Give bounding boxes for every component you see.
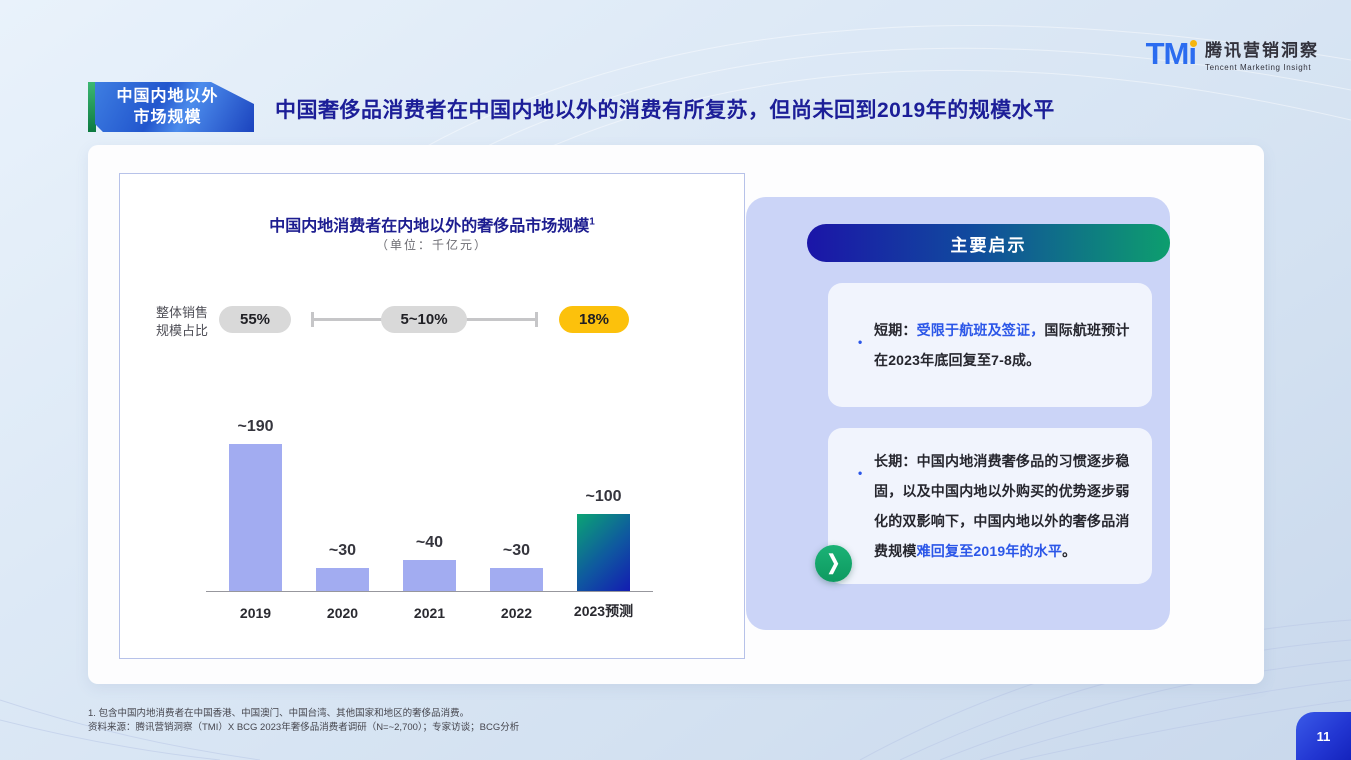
bar-value-label: ~40 — [416, 534, 443, 552]
bar-2021 — [403, 560, 456, 591]
slide: 中国内地以外 市场规模 中国奢侈品消费者在中国内地以外的消费有所复苏，但尚未回到… — [0, 0, 1351, 760]
insight-text-long-term: • 长期：中国内地消费奢侈品的习惯逐步稳固，以及中国内地以外购买的优势逐步弱化的… — [828, 446, 1152, 566]
bar-chart: ~1902019~302020~402021~302022~1002023预测 — [206, 342, 653, 592]
key-insights-header: 主要启示 — [807, 224, 1170, 262]
tmi-logo-text: 腾讯营销洞察 Tencent Marketing Insight — [1205, 36, 1319, 72]
insight-segment-highlight: 受限于航班及签证， — [917, 322, 1045, 338]
share-pill-2020-2022: 5~10% — [381, 306, 467, 333]
bar-slot-2020: ~302020 — [301, 542, 384, 591]
bar-2023预测 — [577, 514, 630, 591]
page-title: 中国奢侈品消费者在中国内地以外的消费有所复苏，但尚未回到2019年的规模水平 — [275, 94, 1275, 124]
share-pill-2019: 55% — [219, 306, 291, 333]
chart-title-footnote-marker: 1 — [589, 217, 595, 228]
chart-subtitle: （单位：千亿元） — [120, 236, 744, 253]
insight-segment: 短期： — [874, 322, 917, 338]
chart-card: 中国内地消费者在内地以外的奢侈品市场规模1 （单位：千亿元） 整体销售 规模占比… — [119, 173, 745, 659]
insight-segment-highlight: 难回复至2019年的水平 — [917, 543, 1063, 559]
bar-slot-2021: ~402021 — [388, 534, 471, 591]
bar-value-label: ~100 — [585, 488, 621, 506]
bar-value-label: ~190 — [237, 418, 273, 436]
overall-share-label: 整体销售 规模占比 — [156, 304, 208, 340]
bar-value-label: ~30 — [329, 542, 356, 560]
page-number-tab: 11 — [1296, 712, 1351, 760]
overall-share-label-line2: 规模占比 — [156, 322, 208, 340]
share-pill-2023-forecast: 18% — [559, 306, 629, 333]
bar-2020 — [316, 568, 369, 591]
chevron-right-icon: ❯ — [827, 554, 840, 574]
footnote-line1: 1. 包含中国内地消费者在中国香港、中国澳门、中国台湾、其他国家和地区的奢侈品消… — [88, 707, 519, 721]
overall-share-label-line1: 整体销售 — [156, 304, 208, 322]
bar-slot-2022: ~302022 — [475, 542, 558, 591]
badge-label: 中国内地以外 市场规模 — [95, 82, 254, 132]
tmi-logo-tm: TM — [1146, 36, 1189, 71]
tmi-logo-cn: 腾讯营销洞察 — [1205, 36, 1319, 61]
content-card: 中国内地消费者在内地以外的奢侈品市场规模1 （单位：千亿元） 整体销售 规模占比… — [88, 145, 1264, 684]
chart-title: 中国内地消费者在内地以外的奢侈品市场规模1 — [120, 212, 744, 236]
tmi-logo-dot-icon — [1190, 40, 1197, 47]
insight-segment: 。 — [1062, 543, 1076, 559]
insight-card-long-term: • 长期：中国内地消费奢侈品的习惯逐步稳固，以及中国内地以外购买的优势逐步弱化的… — [828, 428, 1152, 584]
key-insights-panel: 主要启示 • 短期：受限于航班及签证，国际航班预计在2023年底回复至7-8成。… — [746, 197, 1170, 630]
section-badge: 中国内地以外 市场规模 — [88, 82, 254, 132]
chart-title-text: 中国内地消费者在内地以外的奢侈品市场规模 — [269, 218, 589, 235]
bullet-icon: • — [858, 458, 862, 488]
badge-line2: 市场规模 — [133, 107, 201, 128]
tmi-logo: TMı 腾讯营销洞察 Tencent Marketing Insight — [1146, 36, 1319, 72]
bar-category-label: 2023预测 — [544, 601, 664, 621]
bar-2022 — [490, 568, 543, 591]
badge-green-accent — [88, 82, 96, 132]
bar-slot-2019: ~1902019 — [214, 418, 297, 591]
footnote: 1. 包含中国内地消费者在中国香港、中国澳门、中国台湾、其他国家和地区的奢侈品消… — [88, 707, 519, 735]
tmi-logo-mark: TMı — [1146, 37, 1196, 71]
bullet-icon: • — [858, 327, 862, 357]
bar-2019 — [229, 444, 282, 591]
insight-text-short-term: • 短期：受限于航班及签证，国际航班预计在2023年底回复至7-8成。 — [828, 315, 1152, 375]
badge-line1: 中国内地以外 — [116, 86, 218, 107]
insight-card-short-term: • 短期：受限于航班及签证，国际航班预计在2023年底回复至7-8成。 — [828, 283, 1152, 407]
footnote-source: 资料来源：腾讯营销洞察（TMI）X BCG 2023年奢侈品消费者调研（N=~2… — [88, 721, 519, 735]
tmi-logo-en: Tencent Marketing Insight — [1205, 63, 1319, 72]
page-number: 11 — [1317, 729, 1331, 744]
bar-value-label: ~30 — [503, 542, 530, 560]
bar-slot-2023预测: ~1002023预测 — [562, 488, 645, 591]
next-arrow-button[interactable]: ❯ — [815, 545, 852, 582]
